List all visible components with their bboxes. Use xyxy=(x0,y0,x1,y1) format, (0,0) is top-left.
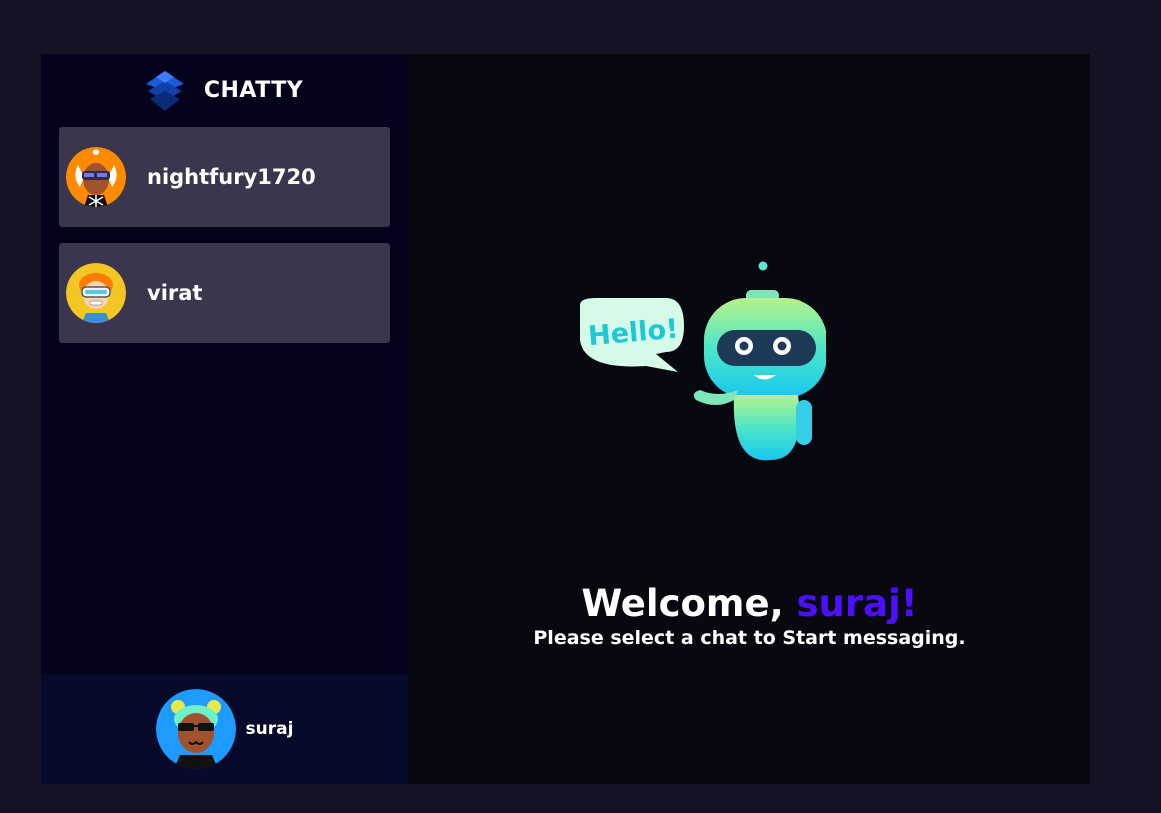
current-user-name: suraj xyxy=(245,719,294,739)
hello-robot-illustration: Hello! xyxy=(580,261,826,461)
contact-name: virat xyxy=(147,281,203,305)
contact-name: nightfury1720 xyxy=(147,165,316,189)
layered-diamond-logo-icon xyxy=(145,70,184,111)
welcome-panel: Hello! Welcome, suraj! Please select a c… xyxy=(408,54,1090,784)
welcome-subtitle: Please select a chat to Start messaging. xyxy=(533,627,966,649)
welcome-heading: Welcome, suraj! xyxy=(408,582,1091,626)
welcome-username: suraj! xyxy=(796,582,918,625)
welcome-greeting: Welcome, xyxy=(581,582,797,625)
welcome-message: Welcome, suraj! Please select a chat to … xyxy=(408,582,1091,650)
blue-avatar-icon xyxy=(155,689,236,769)
brand: CHATTY xyxy=(41,54,408,127)
orange-avatar-icon xyxy=(66,147,126,207)
contact-list: nightfury1720 virat xyxy=(41,127,408,343)
chat-app: CHATTY nightfury1720 virat suraj Hello! … xyxy=(41,54,1090,784)
yellow-avatar-icon xyxy=(66,263,126,323)
contact-item[interactable]: virat xyxy=(59,243,390,343)
sidebar: CHATTY nightfury1720 virat suraj xyxy=(41,54,408,784)
current-user: suraj xyxy=(41,674,408,784)
contact-item[interactable]: nightfury1720 xyxy=(59,127,390,227)
brand-title: CHATTY xyxy=(203,78,304,103)
